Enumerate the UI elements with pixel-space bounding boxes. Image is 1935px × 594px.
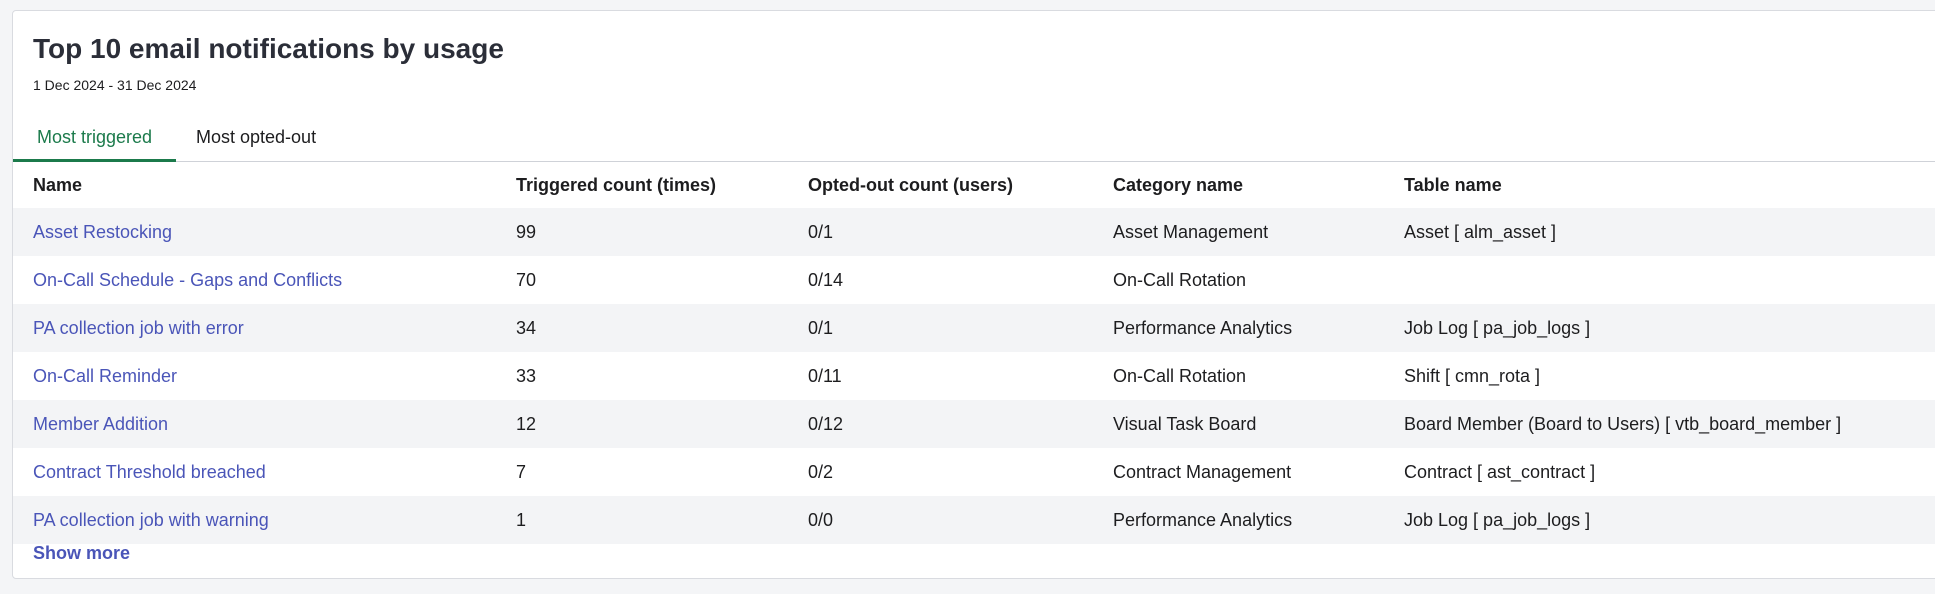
table-row: PA collection job with error 34 0/1 Perf… <box>13 304 1935 352</box>
notification-link[interactable]: Member Addition <box>33 414 168 435</box>
table-row: Contract Threshold breached 7 0/2 Contra… <box>13 448 1935 496</box>
triggered-count-cell: 33 <box>516 365 537 386</box>
category-name-cell: On-Call Rotation <box>1113 269 1247 290</box>
column-header-triggered-count: Triggered count (times) <box>516 174 717 195</box>
tab-most-opted-out[interactable]: Most opted-out <box>196 118 316 162</box>
table-name-cell: Board Member (Board to Users) [ vtb_boar… <box>1404 413 1842 434</box>
column-header-opted-out-count: Opted-out count (users) <box>808 174 1013 195</box>
category-name-cell: Visual Task Board <box>1113 413 1257 434</box>
card-title: Top 10 email notifications by usage <box>33 33 504 64</box>
category-name-cell: Asset Management <box>1113 221 1269 242</box>
table-name-cell: Job Log [ pa_job_logs ] <box>1404 509 1591 530</box>
category-name-cell: Contract Management <box>1113 461 1292 482</box>
triggered-count-cell: 1 <box>516 509 527 530</box>
opted-out-count-cell: 0/14 <box>808 269 844 290</box>
notification-link[interactable]: PA collection job with warning <box>33 510 269 531</box>
table-row: Member Addition 12 0/12 Visual Task Boar… <box>13 400 1935 448</box>
table-name-cell: Contract [ ast_contract ] <box>1404 461 1596 482</box>
opted-out-count-cell: 0/2 <box>808 461 834 482</box>
opted-out-count-cell: 0/11 <box>808 365 842 386</box>
show-more-link[interactable]: Show more <box>33 541 130 565</box>
table-row: Asset Restocking 99 0/1 Asset Management… <box>13 208 1935 256</box>
notification-link[interactable]: PA collection job with error <box>33 318 244 339</box>
column-header-category-name: Category name <box>1113 174 1244 195</box>
category-name-cell: On-Call Rotation <box>1113 365 1247 386</box>
category-name-cell: Performance Analytics <box>1113 317 1293 338</box>
triggered-count-cell: 99 <box>516 221 537 242</box>
category-name-cell: Performance Analytics <box>1113 509 1293 530</box>
table-name-cell: Asset [ alm_asset ] <box>1404 221 1557 242</box>
notification-link[interactable]: Asset Restocking <box>33 222 172 243</box>
triggered-count-cell: 70 <box>516 269 537 290</box>
triggered-count-cell: 12 <box>516 413 537 434</box>
notifications-table: Name Triggered count (times) Opted-out c… <box>13 162 1935 544</box>
opted-out-count-cell: 0/1 <box>808 221 834 242</box>
column-header-name: Name <box>33 174 83 195</box>
table-row: On-Call Reminder 33 0/11 On-Call Rotatio… <box>13 352 1935 400</box>
notifications-usage-card: Top 10 email notifications by usage 1 De… <box>12 10 1935 579</box>
tab-most-triggered[interactable]: Most triggered <box>13 118 176 162</box>
date-range: 1 Dec 2024 - 31 Dec 2024 <box>33 77 197 93</box>
notification-link[interactable]: On-Call Schedule - Gaps and Conflicts <box>33 270 342 291</box>
table-row: On-Call Schedule - Gaps and Conflicts 70… <box>13 256 1935 304</box>
table-name-cell: Job Log [ pa_job_logs ] <box>1404 317 1591 338</box>
opted-out-count-cell: 0/0 <box>808 509 834 530</box>
triggered-count-cell: 34 <box>516 317 537 338</box>
triggered-count-cell: 7 <box>516 461 527 482</box>
table-name-cell: Shift [ cmn_rota ] <box>1404 365 1541 386</box>
opted-out-count-cell: 0/12 <box>808 413 844 434</box>
opted-out-count-cell: 0/1 <box>808 317 834 338</box>
column-header-table-name: Table name <box>1404 174 1502 195</box>
tab-bar: Most triggered Most opted-out <box>13 118 1935 162</box>
table-row: PA collection job with warning 1 0/0 Per… <box>13 496 1935 544</box>
notification-link[interactable]: Contract Threshold breached <box>33 462 266 483</box>
table-header-row: Name Triggered count (times) Opted-out c… <box>13 162 1935 208</box>
notification-link[interactable]: On-Call Reminder <box>33 366 177 387</box>
